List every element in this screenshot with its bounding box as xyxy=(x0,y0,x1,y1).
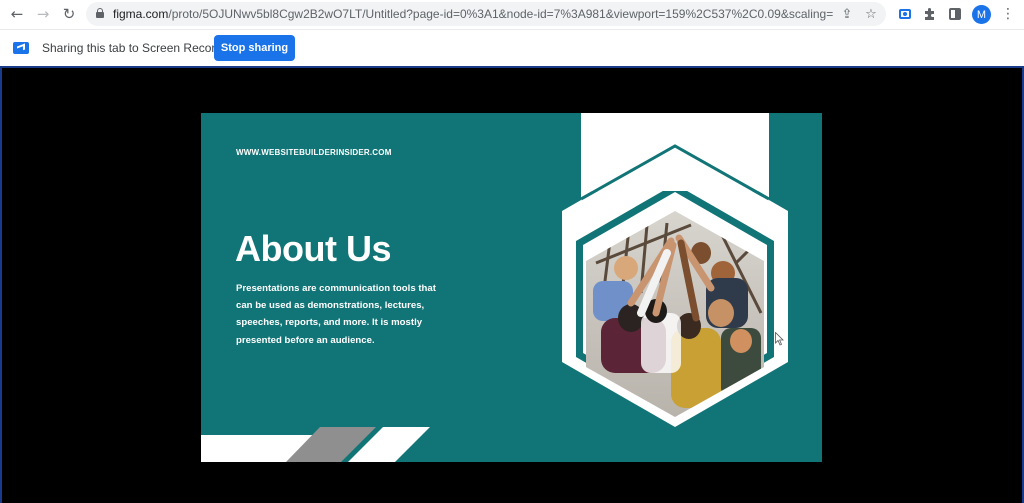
star-icon[interactable]: ☆ xyxy=(862,5,880,23)
slide-title: About Us xyxy=(235,228,391,269)
forward-arrow-icon[interactable]: → xyxy=(31,2,55,26)
side-panel-icon[interactable] xyxy=(945,4,965,24)
avatar[interactable]: M xyxy=(972,5,991,24)
stop-sharing-button[interactable]: Stop sharing xyxy=(214,35,295,61)
website-url-label: WWW.WEBSITEBUILDERINSIDER.COM xyxy=(236,148,392,157)
back-arrow-icon[interactable]: ← xyxy=(5,2,29,26)
screen-share-icon xyxy=(13,42,29,54)
sharing-message: Sharing this tab to Screen Recorder xyxy=(42,41,233,55)
browser-toolbar: ← → ↻ figma.com/proto/5OJUNwv5bl8Cgw2B2w… xyxy=(0,0,1024,29)
lock-icon[interactable] xyxy=(96,8,104,19)
reload-icon[interactable]: ↻ xyxy=(57,2,81,26)
kebab-menu-icon[interactable]: ⋮ xyxy=(998,4,1018,24)
screen-recorder-icon[interactable] xyxy=(895,4,915,24)
share-icon[interactable]: ⇪ xyxy=(838,5,856,23)
presentation-slide[interactable]: WWW.WEBSITEBUILDERINSIDER.COM About Us P… xyxy=(201,113,822,462)
puzzle-icon[interactable] xyxy=(920,4,940,24)
sharing-infobar: Sharing this tab to Screen Recorder Stop… xyxy=(0,29,1024,66)
mouse-cursor-icon xyxy=(775,332,784,346)
url-text[interactable]: figma.com/proto/5OJUNwv5bl8Cgw2B2wO7LT/U… xyxy=(113,7,833,21)
slide-body-text: Presentations are communication tools th… xyxy=(236,283,436,346)
address-bar[interactable]: figma.com/proto/5OJUNwv5bl8Cgw2B2wO7LT/U… xyxy=(86,2,886,26)
